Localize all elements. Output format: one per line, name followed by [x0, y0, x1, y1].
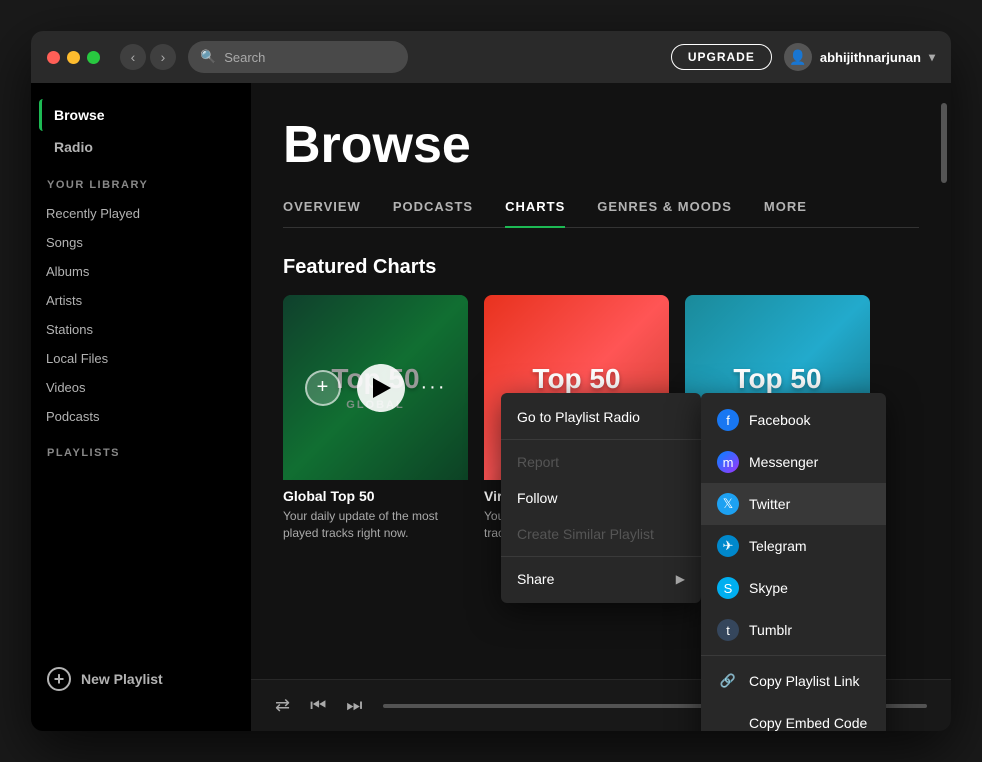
tab-overview[interactable]: OVERVIEW [283, 199, 361, 228]
scrollbar[interactable] [941, 83, 947, 731]
messenger-icon: m [717, 451, 739, 473]
sidebar-item-recently-played[interactable]: Recently Played [31, 199, 251, 228]
chart-card-info-global: Global Top 50 Your daily update of the m… [283, 480, 468, 546]
new-playlist-button[interactable]: + New Playlist [43, 659, 239, 699]
title-bar: ‹ › 🔍 Search UPGRADE 👤 abhijithnarjunan … [31, 31, 951, 83]
context-menu-item-report: Report [501, 444, 701, 480]
context-menu-divider-2 [501, 556, 701, 557]
sidebar-bottom: + New Playlist [31, 643, 251, 715]
page-title: Browse [283, 115, 919, 175]
username-label: abhijithnarjunan [820, 50, 921, 65]
share-copy-embed[interactable]: Copy Embed Code [701, 702, 886, 731]
chart-name-global: Global Top 50 [283, 488, 468, 504]
chart-main-label-third: Top 50 [733, 364, 821, 395]
new-playlist-icon: + [47, 667, 71, 691]
context-menu-item-create-similar: Create Similar Playlist [501, 516, 701, 552]
main-layout: Browse Radio YOUR LIBRARY Recently Playe… [31, 83, 951, 731]
search-bar[interactable]: 🔍 Search [188, 41, 408, 73]
chart-main-label-viral: Top 50 [532, 364, 620, 395]
library-section-label: YOUR LIBRARY [31, 163, 251, 199]
sidebar-item-radio[interactable]: Radio [39, 131, 243, 163]
tab-charts[interactable]: CHARTS [505, 199, 565, 228]
back-button[interactable]: ‹ [120, 44, 146, 70]
sidebar-item-artists[interactable]: Artists [31, 286, 251, 315]
share-tumblr[interactable]: t Tumblr [701, 609, 886, 651]
play-icon-global [373, 378, 391, 398]
sidebar-item-videos[interactable]: Videos [31, 373, 251, 402]
featured-section-title: Featured Charts [283, 256, 919, 279]
next-button[interactable]: ⏭ [346, 695, 362, 716]
minimize-button[interactable] [67, 51, 80, 64]
tab-genres[interactable]: GENRES & MOODS [597, 199, 732, 228]
traffic-lights [47, 51, 100, 64]
context-menu-item-share[interactable]: Share ▶ [501, 561, 701, 597]
share-skype[interactable]: S Skype [701, 567, 886, 609]
chart-card-global[interactable]: Top 50 GLOBAL + ··· Global Top 50 [283, 295, 468, 546]
playlists-section-label: PLAYLISTS [31, 431, 251, 467]
chart-card-img-global: Top 50 GLOBAL + ··· [283, 295, 468, 480]
sidebar-item-podcasts[interactable]: Podcasts [31, 402, 251, 431]
sidebar-item-albums[interactable]: Albums [31, 257, 251, 286]
chevron-down-icon: ▾ [929, 50, 935, 64]
tumblr-icon: t [717, 619, 739, 641]
sidebar-item-local-files[interactable]: Local Files [31, 344, 251, 373]
chart-desc-global: Your daily update of the most played tra… [283, 508, 468, 542]
share-telegram[interactable]: ✈ Telegram [701, 525, 886, 567]
share-submenu: f Facebook m Messenger 𝕏 Twitter ✈ Teleg… [701, 393, 886, 731]
tab-podcasts[interactable]: PODCASTS [393, 199, 473, 228]
facebook-icon: f [717, 409, 739, 431]
scrollbar-thumb [941, 103, 947, 183]
sidebar-item-stations[interactable]: Stations [31, 315, 251, 344]
prev-button[interactable]: ⏮ [310, 695, 326, 716]
user-area[interactable]: 👤 abhijithnarjunan ▾ [784, 43, 935, 71]
share-divider [701, 655, 886, 656]
context-menu-item-follow[interactable]: Follow [501, 480, 701, 516]
share-twitter[interactable]: 𝕏 Twitter [701, 483, 886, 525]
skype-icon: S [717, 577, 739, 599]
sidebar-item-browse[interactable]: Browse [39, 99, 243, 131]
maximize-button[interactable] [87, 51, 100, 64]
search-placeholder: Search [224, 50, 265, 65]
shuffle-button[interactable]: ⇄ [275, 695, 290, 716]
play-button-global[interactable] [357, 364, 405, 412]
telegram-icon: ✈ [717, 535, 739, 557]
new-playlist-label: New Playlist [81, 671, 163, 687]
avatar: 👤 [784, 43, 812, 71]
link-icon: 🔗 [717, 670, 739, 692]
close-button[interactable] [47, 51, 60, 64]
sidebar-nav: Browse Radio [31, 99, 251, 163]
share-facebook[interactable]: f Facebook [701, 399, 886, 441]
share-messenger[interactable]: m Messenger [701, 441, 886, 483]
share-submenu-chevron: ▶ [676, 572, 685, 586]
tabs-bar: OVERVIEW PODCASTS CHARTS GENRES & MOODS … [283, 199, 919, 228]
forward-button[interactable]: › [150, 44, 176, 70]
sidebar-item-songs[interactable]: Songs [31, 228, 251, 257]
context-menu: Go to Playlist Radio Report Follow Creat… [501, 393, 701, 603]
context-menu-item-go-to-radio[interactable]: Go to Playlist Radio [501, 399, 701, 435]
card-overlay-global: + ··· [283, 295, 468, 480]
app-window: ‹ › 🔍 Search UPGRADE 👤 abhijithnarjunan … [31, 31, 951, 731]
context-menu-divider-1 [501, 439, 701, 440]
upgrade-button[interactable]: UPGRADE [671, 44, 772, 70]
nav-buttons: ‹ › [120, 44, 176, 70]
sidebar: Browse Radio YOUR LIBRARY Recently Playe… [31, 83, 251, 731]
twitter-icon: 𝕏 [717, 493, 739, 515]
search-icon: 🔍 [200, 49, 216, 65]
share-copy-link[interactable]: 🔗 Copy Playlist Link [701, 660, 886, 702]
content-area: Browse OVERVIEW PODCASTS CHARTS GENRES &… [251, 83, 951, 731]
more-options-button-global[interactable]: ··· [421, 376, 447, 399]
tab-more[interactable]: MORE [764, 199, 807, 228]
add-to-library-button-global[interactable]: + [305, 370, 341, 406]
